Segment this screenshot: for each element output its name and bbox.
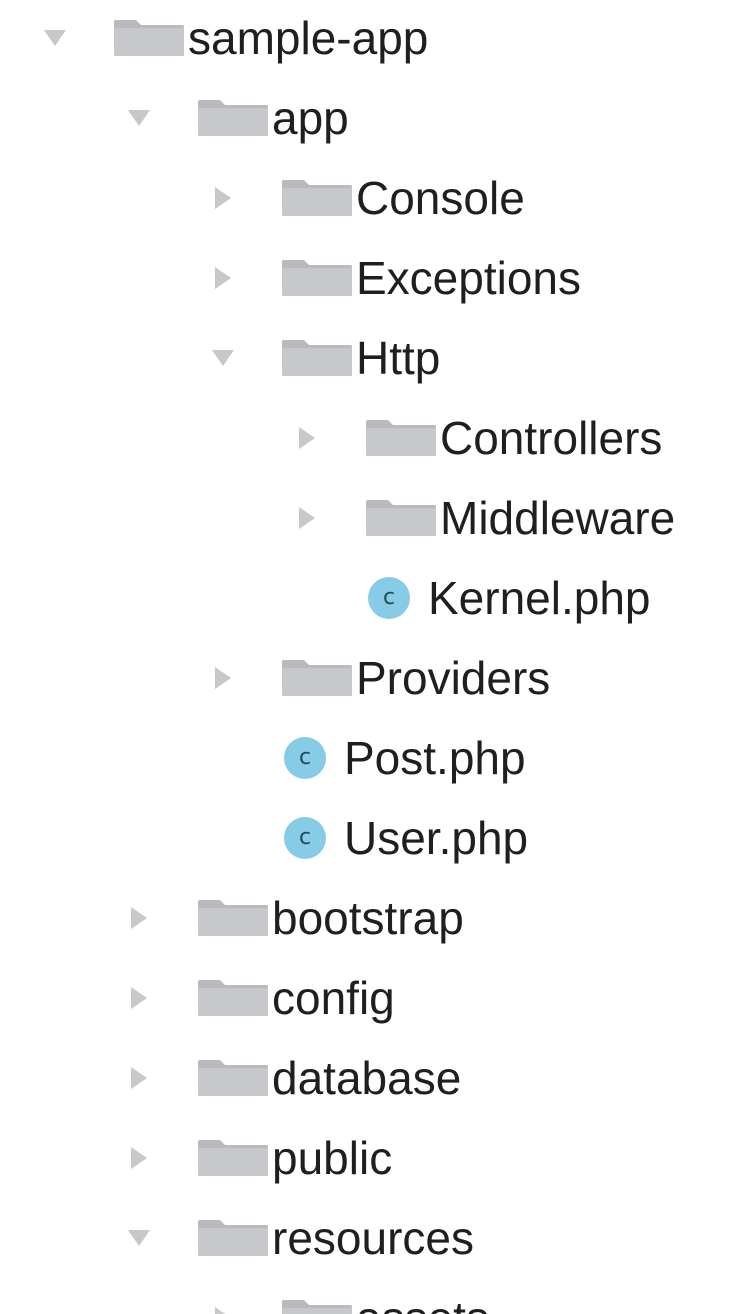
tree-item-label: Providers	[356, 652, 551, 704]
class-badge-letter: c	[368, 577, 410, 619]
folder-icon	[198, 78, 268, 158]
tree-item-label: config	[272, 972, 395, 1024]
php-class-icon: c	[280, 718, 330, 798]
tree-folder-bootstrap[interactable]: bootstrap	[0, 878, 747, 958]
folder-icon	[366, 478, 436, 558]
tree-item-label: app	[272, 92, 349, 144]
tree-folder-http[interactable]: Http	[0, 318, 747, 398]
folder-icon	[198, 1118, 268, 1198]
class-badge-letter: c	[284, 737, 326, 779]
tree-item-label: Exceptions	[356, 252, 582, 304]
tree-item-label: sample-app	[188, 12, 429, 64]
tree-item-label: Post.php	[344, 732, 526, 784]
disclosure-triangle-down-icon[interactable]	[203, 318, 243, 398]
tree-folder-resources[interactable]: resources	[0, 1198, 747, 1278]
php-class-icon: c	[364, 558, 414, 638]
tree-folder-public[interactable]: public	[0, 1118, 747, 1198]
tree-folder-assets[interactable]: assets	[0, 1278, 747, 1314]
project-file-tree: sample-app app Console Exceptions Http Contro…	[0, 0, 747, 1314]
tree-folder-console[interactable]: Console	[0, 158, 747, 238]
folder-icon	[198, 958, 268, 1038]
tree-folder-exceptions[interactable]: Exceptions	[0, 238, 747, 318]
disclosure-triangle-right-icon[interactable]	[203, 1278, 243, 1314]
disclosure-triangle-right-icon[interactable]	[119, 1038, 159, 1118]
tree-item-label: Middleware	[440, 492, 676, 544]
tree-folder-providers[interactable]: Providers	[0, 638, 747, 718]
disclosure-triangle-right-icon[interactable]	[287, 398, 327, 478]
folder-icon	[198, 1198, 268, 1278]
disclosure-triangle-right-icon[interactable]	[203, 158, 243, 238]
tree-folder-sample-app[interactable]: sample-app	[0, 0, 747, 78]
tree-folder-config[interactable]: config	[0, 958, 747, 1038]
folder-icon	[366, 398, 436, 478]
disclosure-triangle-right-icon[interactable]	[119, 1118, 159, 1198]
tree-item-label: Http	[356, 332, 441, 384]
tree-file-post-php[interactable]: c Post.php	[0, 718, 747, 798]
folder-icon	[282, 158, 352, 238]
disclosure-triangle-right-icon[interactable]	[203, 238, 243, 318]
folder-icon	[282, 238, 352, 318]
folder-icon	[282, 1278, 352, 1314]
folder-icon	[198, 1038, 268, 1118]
disclosure-triangle-right-icon[interactable]	[119, 878, 159, 958]
tree-folder-middleware[interactable]: Middleware	[0, 478, 747, 558]
disclosure-triangle-down-icon[interactable]	[35, 0, 75, 78]
disclosure-triangle-right-icon[interactable]	[119, 958, 159, 1038]
tree-folder-app[interactable]: app	[0, 78, 747, 158]
php-class-icon: c	[280, 798, 330, 878]
tree-item-label: Controllers	[440, 412, 663, 464]
disclosure-triangle-right-icon[interactable]	[287, 478, 327, 558]
tree-folder-database[interactable]: database	[0, 1038, 747, 1118]
tree-file-user-php[interactable]: c User.php	[0, 798, 747, 878]
folder-icon	[282, 318, 352, 398]
tree-item-label: resources	[272, 1212, 474, 1264]
tree-item-label: User.php	[344, 812, 529, 864]
tree-item-label: bootstrap	[272, 892, 464, 944]
tree-item-label: Console	[356, 172, 525, 224]
folder-icon	[114, 0, 184, 78]
folder-icon	[198, 878, 268, 958]
tree-folder-controllers[interactable]: Controllers	[0, 398, 747, 478]
folder-icon	[282, 638, 352, 718]
disclosure-triangle-down-icon[interactable]	[119, 78, 159, 158]
disclosure-triangle-down-icon[interactable]	[119, 1198, 159, 1278]
class-badge-letter: c	[284, 817, 326, 859]
tree-file-kernel-php[interactable]: c Kernel.php	[0, 558, 747, 638]
tree-item-label: Kernel.php	[428, 572, 651, 624]
tree-item-label: public	[272, 1132, 393, 1184]
tree-item-label: assets	[356, 1278, 489, 1314]
tree-item-label: database	[272, 1052, 462, 1104]
disclosure-triangle-right-icon[interactable]	[203, 638, 243, 718]
